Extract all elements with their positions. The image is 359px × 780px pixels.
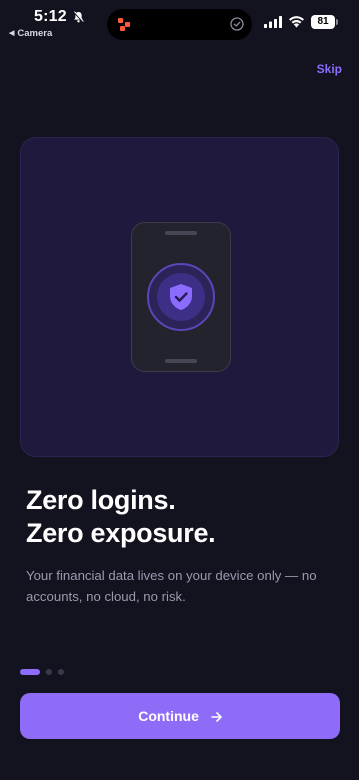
dynamic-island[interactable] — [107, 9, 252, 40]
arrow-right-icon — [210, 712, 222, 722]
battery-level: 81 — [311, 15, 335, 29]
page-dot-1[interactable] — [20, 669, 40, 675]
status-time: 5:12 — [34, 8, 67, 25]
headline-line-2: Zero exposure. — [26, 518, 216, 548]
back-triangle-icon: ◀ — [9, 30, 15, 37]
skip-button[interactable]: Skip — [317, 62, 342, 76]
hero-illustration-card — [20, 137, 339, 457]
phone-notch — [165, 231, 197, 235]
continue-button[interactable]: Continue — [20, 693, 340, 739]
phone-home-bar — [165, 359, 197, 363]
bell-slash-icon — [73, 11, 84, 23]
cellular-signal-icon — [264, 16, 282, 28]
app-activity-icon — [118, 18, 130, 31]
onboarding-headline: Zero logins. Zero exposure. — [26, 484, 336, 550]
back-to-camera-link[interactable]: ◀ Camera — [9, 28, 52, 39]
check-circle-icon — [230, 17, 244, 31]
status-bar: 5:12 ◀ Camera 81 — [0, 0, 359, 48]
shield-ring — [147, 263, 215, 331]
page-dot-3[interactable] — [58, 669, 64, 675]
phone-illustration — [131, 222, 231, 372]
onboarding-description: Your financial data lives on your device… — [26, 568, 317, 604]
continue-label: Continue — [138, 708, 199, 724]
page-dot-2[interactable] — [46, 669, 52, 675]
wifi-icon — [289, 16, 304, 28]
back-app-label: Camera — [17, 28, 53, 39]
shield-check-icon — [170, 284, 192, 310]
headline-line-1: Zero logins. — [26, 485, 176, 515]
battery-icon: 81 — [311, 15, 339, 29]
